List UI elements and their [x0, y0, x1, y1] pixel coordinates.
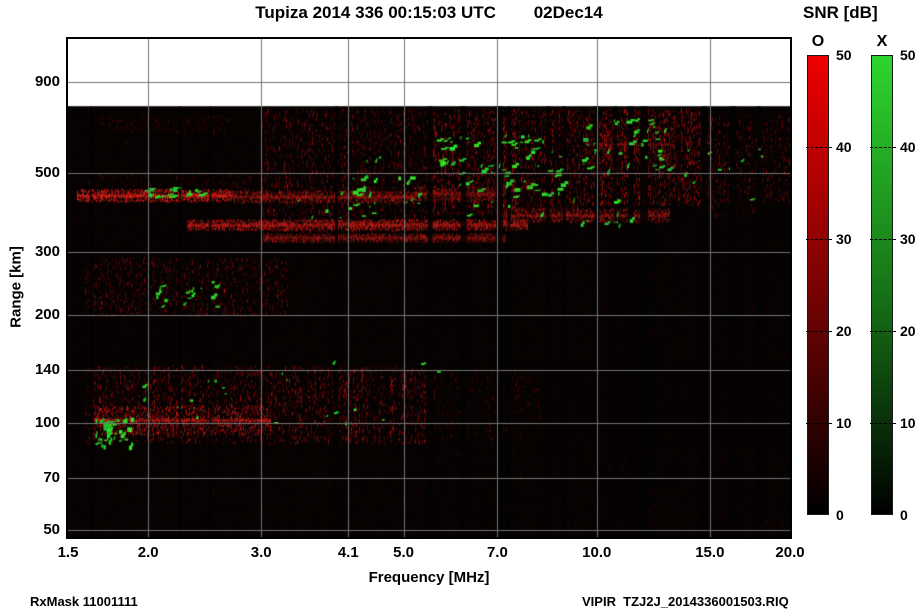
y-tick-label: 200: [34, 306, 60, 324]
y-tick-label: 140: [34, 361, 60, 379]
x-tick-label: 20.0: [775, 544, 805, 561]
colorbar-x-mode-label: X: [876, 33, 888, 50]
y-tick-label: 50: [43, 521, 60, 539]
colorbar-tick-label: 40: [836, 139, 852, 155]
colorbar-o-mode-label: O: [811, 33, 825, 50]
rxmask-annotation: RxMask 11001111: [30, 594, 138, 609]
x-axis-label: Frequency [MHz]: [368, 569, 490, 586]
y-tick-label: 300: [34, 243, 60, 261]
x-tick-label: 1.5: [57, 544, 79, 561]
colorbar-tick-label: 30: [900, 231, 916, 247]
colorbar-tick-label: 0: [900, 507, 908, 523]
colorbar-tick-dash: [870, 147, 896, 148]
x-tick-label: 3.0: [250, 544, 272, 561]
colorbar-tick-label: 50: [836, 47, 852, 63]
y-tick-label: 70: [43, 468, 60, 486]
colorbar-tick-label: 20: [836, 323, 852, 339]
colorbar-tick-label: 30: [836, 231, 852, 247]
ionogram-plot-frame: [66, 37, 792, 539]
colorbar-tick-dash: [806, 331, 832, 332]
y-tick-label: 900: [34, 73, 60, 91]
o-colorbar-gradient: [807, 55, 829, 515]
colorbar-tick-dash: [870, 331, 896, 332]
ionogram-figure: Tupiza 2014 336 00:15:03 UTC 02Dec14 Ran…: [0, 0, 922, 614]
x-tick-label: 5.0: [393, 544, 415, 561]
x-tick-label: 2.0: [137, 544, 159, 561]
colorbar-tick-label: 10: [836, 415, 852, 431]
colorbar-tick-dash: [870, 423, 896, 424]
x-tick-label: 4.1: [337, 544, 359, 561]
ionogram-canvas: [68, 39, 790, 537]
colorbar-title: SNR [dB]: [803, 3, 878, 22]
plot-title: Tupiza 2014 336 00:15:03 UTC 02Dec14: [255, 3, 603, 22]
y-tick-label: 500: [34, 164, 60, 182]
colorbar-tick-label: 20: [900, 323, 916, 339]
y-tick-label: 100: [34, 413, 60, 431]
x-tick-label: 7.0: [486, 544, 508, 561]
x-tick-label: 15.0: [695, 544, 725, 561]
x-colorbar-gradient: [871, 55, 893, 515]
colorbar-tick-label: 10: [900, 415, 916, 431]
colorbar-tick-dash: [806, 147, 832, 148]
colorbar-tick-label: 40: [900, 139, 916, 155]
colorbar-tick-dash: [806, 423, 832, 424]
colorbar-tick-label: 0: [836, 507, 844, 523]
datafile-annotation: VIPIR TZJ2J_2014336001503.RIQ: [582, 594, 789, 609]
colorbar-tick-dash: [870, 239, 896, 240]
colorbar-tick-dash: [806, 239, 832, 240]
colorbar-tick-label: 50: [900, 47, 916, 63]
x-tick-label: 10.0: [582, 544, 612, 561]
